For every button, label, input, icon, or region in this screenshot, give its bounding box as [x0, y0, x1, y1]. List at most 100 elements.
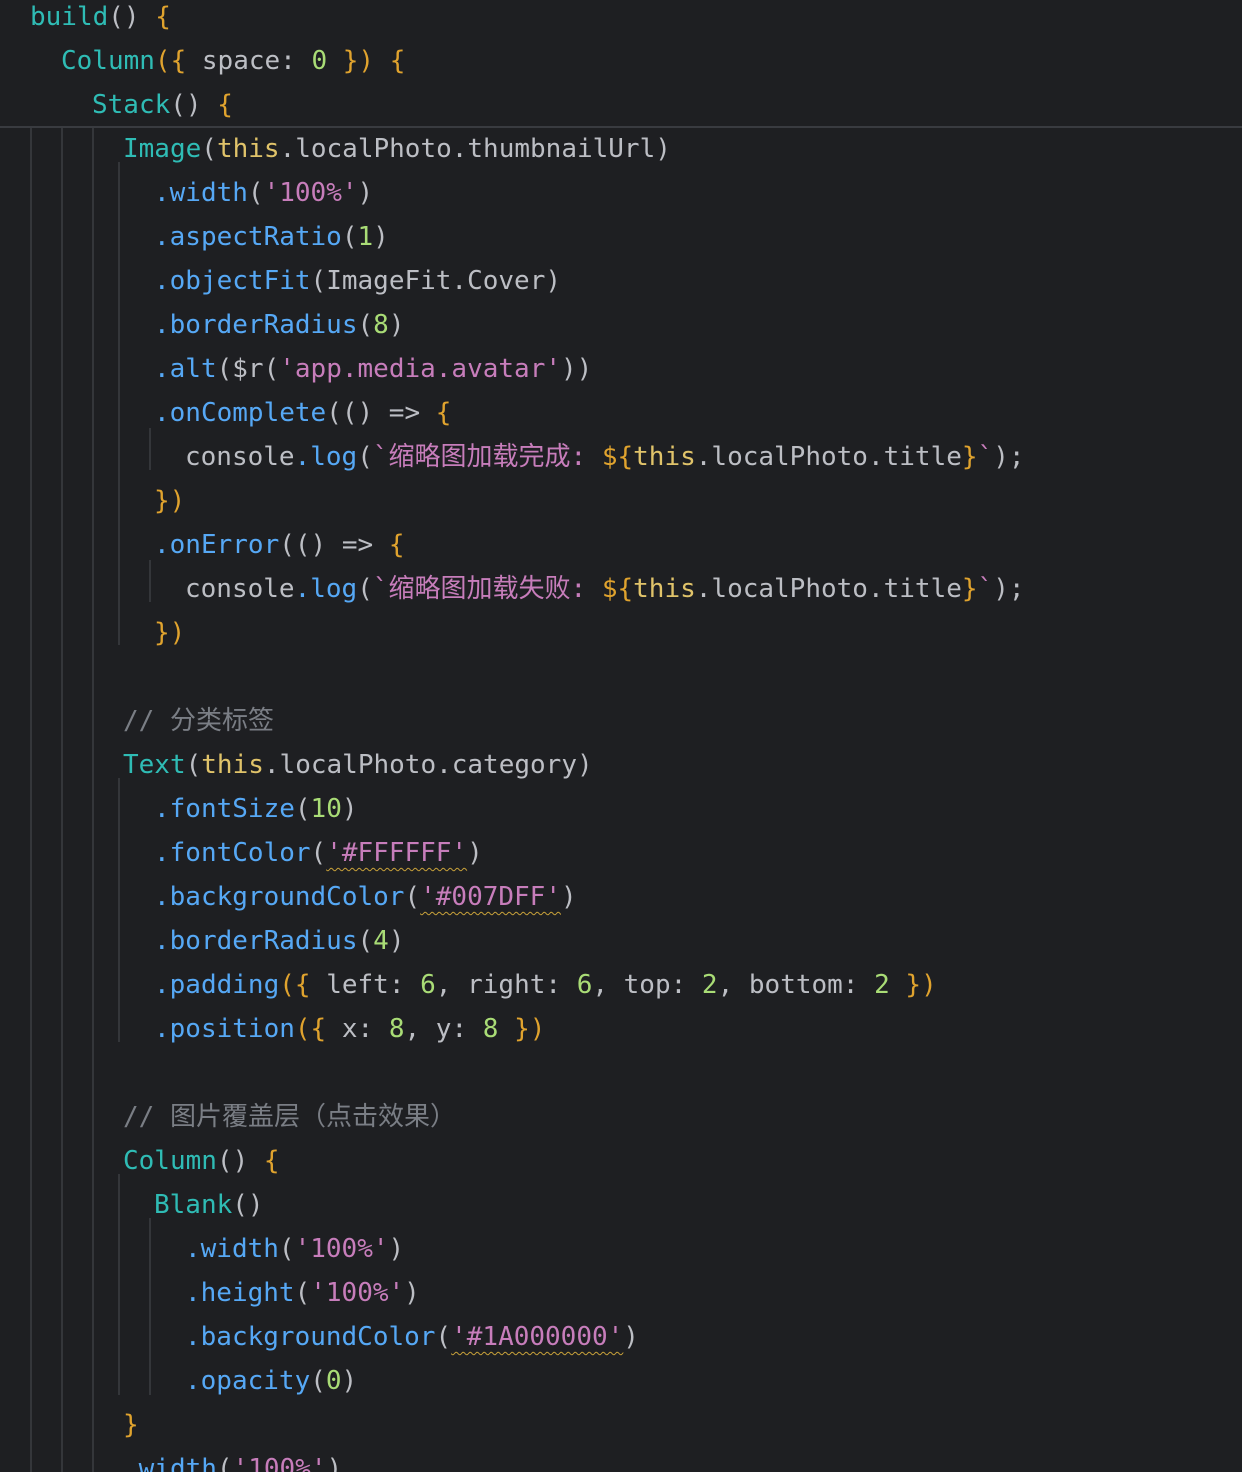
code-line[interactable]: .fontColor('#FFFFFF')	[154, 831, 483, 875]
code-line[interactable]: })	[154, 611, 185, 655]
code-line[interactable]: // 图片覆盖层（点击效果）	[123, 1095, 456, 1139]
code-line[interactable]: .objectFit(ImageFit.Cover)	[154, 259, 561, 303]
code-token: '100%'	[232, 1454, 327, 1472]
indent-guide	[61, 128, 63, 1472]
code-line[interactable]: Stack() {	[92, 83, 233, 127]
code-token: (	[201, 134, 217, 164]
code-line[interactable]: // 分类标签	[123, 699, 274, 743]
code-token: )	[357, 178, 374, 208]
indent-guide	[149, 560, 151, 602]
code-token: )	[388, 926, 405, 956]
code-token: '100%'	[294, 1234, 389, 1264]
code-token: })	[327, 46, 375, 76]
code-line[interactable]: .borderRadius(4)	[154, 919, 404, 963]
code-token: );	[993, 442, 1025, 472]
code-line[interactable]: Blank()	[154, 1183, 264, 1227]
code-line[interactable]: })	[154, 479, 185, 523]
code-line[interactable]: .height('100%')	[185, 1271, 420, 1315]
code-line[interactable]: build() {	[30, 0, 171, 39]
code-token: (	[263, 354, 280, 384]
code-token: ${	[601, 442, 634, 472]
code-token: ()	[216, 1146, 264, 1176]
code-line[interactable]: .width('100%')	[123, 1447, 342, 1472]
code-line[interactable]: .onError(() => {	[154, 523, 404, 567]
code-token: ()	[232, 1190, 264, 1220]
code-token: )	[467, 838, 483, 868]
code-token: this	[201, 750, 264, 780]
code-token: (	[404, 882, 421, 912]
indent-guide	[118, 778, 120, 1042]
code-line[interactable]: .position({ x: 8, y: 8 })	[154, 1007, 545, 1051]
code-token: })	[889, 970, 937, 1000]
code-line[interactable]: .onComplete(() => {	[154, 391, 451, 435]
code-token: 10	[310, 794, 342, 824]
code-line[interactable]: }	[123, 1403, 139, 1447]
code-token: )	[623, 1322, 639, 1352]
indent-guide	[92, 128, 94, 1472]
code-line[interactable]: console.log(`缩略图加载失败: ${this.localPhoto.…	[185, 567, 1025, 611]
code-token: ({	[279, 970, 311, 1000]
code-token: .padding	[154, 970, 280, 1000]
code-token: .localPhoto.title	[695, 442, 962, 472]
code-token: '#FFFFFF'	[326, 838, 468, 868]
code-token: , top:	[592, 970, 702, 1000]
code-token: 6	[420, 970, 436, 1000]
code-line[interactable]: .fontSize(10)	[154, 787, 358, 831]
code-token: ))	[561, 354, 593, 384]
code-token: 8	[373, 310, 389, 340]
code-token: Text	[123, 750, 186, 780]
code-line[interactable]: .backgroundColor('#007DFF')	[154, 875, 577, 919]
code-token: .backgroundColor	[185, 1322, 436, 1352]
code-token: (	[310, 1366, 326, 1396]
code-token: (	[247, 178, 264, 208]
code-token: )	[545, 266, 562, 296]
code-token: 8	[388, 1014, 405, 1044]
code-token: (	[357, 442, 373, 472]
code-line[interactable]: Text(this.localPhoto.category)	[123, 743, 593, 787]
code-token: .borderRadius	[154, 926, 358, 956]
code-token: .width	[185, 1234, 279, 1264]
code-token: (	[357, 310, 374, 340]
code-token: {	[389, 46, 406, 76]
code-editor[interactable]: build() {Column({ space: 0 }) {Stack() {…	[0, 0, 1242, 1472]
code-token: left	[310, 970, 389, 1000]
code-token: }	[961, 574, 978, 604]
code-line[interactable]: Column({ space: 0 }) {	[61, 39, 405, 83]
code-token: Column	[61, 46, 155, 76]
code-token: Stack	[92, 90, 171, 120]
code-token: 0	[325, 1366, 342, 1396]
code-line[interactable]: .width('100%')	[154, 171, 373, 215]
code-token: ({	[154, 46, 187, 76]
code-token: console	[185, 574, 295, 604]
code-token: , bottom:	[717, 970, 875, 1000]
code-line[interactable]: console.log(`缩略图加载完成: ${this.localPhoto.…	[185, 435, 1025, 479]
code-token: (() =>	[279, 530, 389, 560]
code-line[interactable]: .aspectRatio(1)	[154, 215, 389, 259]
code-token: }	[123, 1410, 139, 1440]
code-line[interactable]: Column() {	[123, 1139, 280, 1183]
indent-guide	[30, 128, 32, 1472]
code-line[interactable]: .width('100%')	[185, 1227, 404, 1271]
code-token: Column	[123, 1146, 217, 1176]
code-token: })	[498, 1014, 546, 1044]
code-token: ()	[170, 90, 218, 120]
code-token: 4	[373, 926, 389, 956]
code-token: (	[357, 574, 373, 604]
code-token: (	[185, 750, 202, 780]
code-token: .alt	[154, 354, 217, 384]
sticky-scroll-separator	[0, 126, 1242, 128]
code-line[interactable]: .alt($r('app.media.avatar'))	[154, 347, 592, 391]
code-line[interactable]: .backgroundColor('#1A000000')	[185, 1315, 639, 1359]
code-token: space	[186, 46, 281, 76]
code-token: )	[388, 310, 405, 340]
code-token: .aspectRatio	[154, 222, 342, 252]
code-token: .opacity	[185, 1366, 311, 1396]
code-line[interactable]: .opacity(0)	[185, 1359, 357, 1403]
code-token: .onComplete	[154, 398, 327, 428]
code-line[interactable]: .padding({ left: 6, right: 6, top: 2, bo…	[154, 963, 937, 1007]
code-token: (	[341, 222, 358, 252]
code-line[interactable]: .borderRadius(8)	[154, 303, 404, 347]
code-line[interactable]: Image(this.localPhoto.thumbnailUrl)	[123, 127, 671, 171]
code-token: $r	[232, 354, 264, 384]
code-token: // 图片覆盖层（点击效果）	[123, 1102, 456, 1132]
